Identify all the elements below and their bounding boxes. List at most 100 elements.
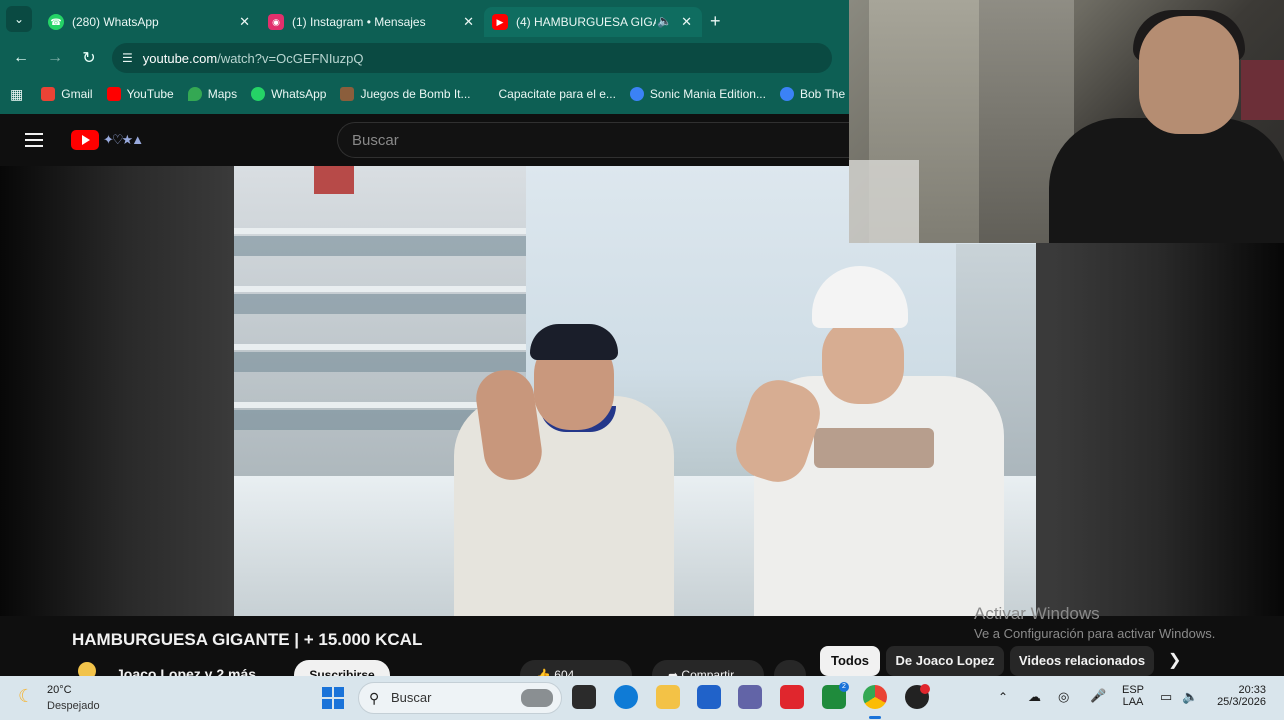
weather-condition: Despejado (47, 700, 100, 712)
bookmark-label: Gmail (61, 87, 93, 101)
roof-image (314, 166, 354, 194)
file-explorer-icon[interactable] (656, 685, 680, 709)
bookmark-label: WhatsApp (271, 87, 327, 101)
forward-icon[interactable]: → (38, 49, 72, 67)
tab-search-button[interactable]: ⌄ (6, 6, 32, 32)
tab-instagram[interactable]: ◉ (1) Instagram • Mensajes ✕ (260, 7, 484, 37)
menu-icon[interactable] (25, 133, 43, 147)
new-tab-button[interactable]: + (710, 11, 721, 32)
bookmark-youtube[interactable]: YouTube (106, 87, 174, 101)
taskbar-search[interactable]: ⚲ Buscar (358, 682, 562, 714)
video-meta-row: Joaco Lopez y 2 más Suscribirse 👍 604 ➦ … (0, 656, 820, 676)
search-highlight-image (521, 689, 553, 707)
moon-icon: ☾ (18, 686, 35, 706)
reload-icon[interactable]: ↻ (72, 48, 106, 68)
tab-title: (280) WhatsApp (72, 15, 159, 29)
url-host: youtube.com (142, 50, 218, 66)
share-icon: ➦ (668, 668, 679, 676)
close-icon[interactable]: ✕ (463, 14, 474, 30)
share-label: Compartir (681, 668, 735, 676)
youtube-icon: ▶ (492, 14, 508, 30)
bookmark-label: Sonic Mania Edition... (649, 87, 766, 101)
youtube-logo[interactable] (71, 130, 99, 150)
address-bar[interactable]: ☰ youtube.com/watch?v=OcGEFNIuzpQ (112, 43, 832, 73)
close-icon[interactable]: ✕ (681, 14, 692, 30)
close-icon[interactable]: ✕ (239, 14, 250, 30)
display-icon[interactable]: ▭ (1160, 689, 1172, 705)
activate-windows-subtitle: Ve a Configuración para activar Windows. (974, 626, 1216, 641)
store-icon[interactable] (697, 685, 721, 709)
taskbar-search-label: Buscar (391, 690, 432, 705)
bookmark-label: YouTube (126, 87, 174, 101)
person-right-shirt-print (814, 428, 934, 468)
chip-all[interactable]: Todos (820, 646, 880, 676)
instagram-icon: ◉ (268, 14, 284, 30)
bag-image (849, 160, 919, 243)
bookmark-bob[interactable]: Bob The (779, 87, 845, 101)
clock[interactable]: 20:33 25/3/2026 (1210, 684, 1266, 708)
youtube-icon (106, 87, 121, 101)
chrome-icon[interactable] (863, 685, 887, 709)
person-left-hair (530, 324, 618, 360)
url-path: /watch?v=OcGEFNIuzpQ (217, 50, 364, 66)
bookmark-bomb-it[interactable]: Juegos de Bomb It... (340, 87, 471, 101)
cloud-icon[interactable]: ☁ (1028, 689, 1041, 705)
more-actions-button[interactable] (774, 660, 806, 676)
search-icon: ⚲ (369, 690, 380, 706)
tab-title: (1) Instagram • Mensajes (292, 15, 426, 29)
back-icon[interactable]: ← (4, 49, 38, 67)
chevron-right-icon[interactable]: ❯ (1168, 650, 1181, 670)
bookmark-label: Juegos de Bomb It... (360, 87, 471, 101)
weather-widget[interactable]: ☾ 20°C Despejado (18, 682, 128, 714)
microphone-icon[interactable]: 🎤 (1090, 688, 1106, 704)
channel-name[interactable]: Joaco Lopez y 2 más (116, 666, 256, 676)
speaker-icon[interactable]: 🔈 (657, 14, 672, 28)
wps-office-icon[interactable] (780, 685, 804, 709)
person-right-head (822, 318, 904, 404)
tab-whatsapp[interactable]: ☎ (280) WhatsApp ✕ (40, 7, 260, 37)
game-icon (340, 87, 355, 101)
clock-date: 25/3/2026 (1217, 696, 1266, 708)
weather-temperature: 20°C (47, 684, 72, 696)
language-code: ESP (1122, 684, 1145, 696)
apps-grid-icon[interactable]: ▦ (10, 86, 23, 103)
windows-start-icon[interactable] (322, 687, 344, 709)
edge-icon[interactable] (614, 685, 638, 709)
language-indicator[interactable]: ESP LAA (1122, 684, 1144, 708)
volume-icon[interactable]: 🔈 (1182, 689, 1198, 705)
chip-related[interactable]: Videos relacionados (1010, 646, 1154, 676)
gmail-icon (41, 87, 56, 101)
bookmark-sonic[interactable]: Sonic Mania Edition... (629, 87, 766, 101)
bookmark-capacitate[interactable]: Capacitate para el e... (499, 87, 616, 101)
avatar[interactable] (78, 662, 96, 676)
video-title: HAMBURGUESA GIGANTE | + 15.000 KCAL (72, 630, 423, 649)
search-placeholder: Buscar (352, 131, 399, 149)
bookmark-gmail[interactable]: Gmail (41, 87, 93, 101)
task-view-icon[interactable] (572, 685, 596, 709)
clock-time: 20:33 (1238, 684, 1266, 696)
tab-title: (4) HAMBURGUESA GIGANTE (516, 15, 656, 29)
chip-from-channel[interactable]: De Joaco Lopez (886, 646, 1004, 676)
teams-icon[interactable] (738, 685, 762, 709)
network-icon[interactable]: ◎ (1058, 689, 1069, 705)
bookmark-whatsapp[interactable]: WhatsApp (251, 87, 326, 101)
like-button[interactable]: 👍 604 (520, 660, 632, 676)
youtube-header: ✦♡★▲ Buscar (0, 114, 850, 166)
active-app-indicator (869, 716, 881, 719)
like-count: 604 (554, 668, 575, 676)
like-icon: 👍 (536, 668, 551, 676)
subscribe-button[interactable]: Suscribirse (294, 660, 390, 676)
bookmark-maps[interactable]: Maps (187, 87, 238, 101)
maps-icon (187, 87, 202, 101)
whatsapp-icon (251, 87, 266, 101)
bookmark-label: Capacitate para el e... (498, 87, 616, 101)
search-input[interactable]: Buscar (337, 122, 850, 158)
tab-youtube-active[interactable]: ▶ (4) HAMBURGUESA GIGANTE 🔈 ✕ (484, 7, 702, 37)
share-button[interactable]: ➦ Compartir (652, 660, 764, 676)
site-settings-icon[interactable]: ☰ (122, 51, 133, 65)
discord-icon (779, 87, 794, 101)
webcam-overlay (849, 0, 1284, 243)
address-row: ← → ↻ ☰ youtube.com/watch?v=OcGEFNIuzpQ (0, 40, 850, 76)
chevron-up-icon[interactable]: ⌃ (998, 690, 1008, 704)
bookmark-label: Maps (207, 87, 238, 101)
